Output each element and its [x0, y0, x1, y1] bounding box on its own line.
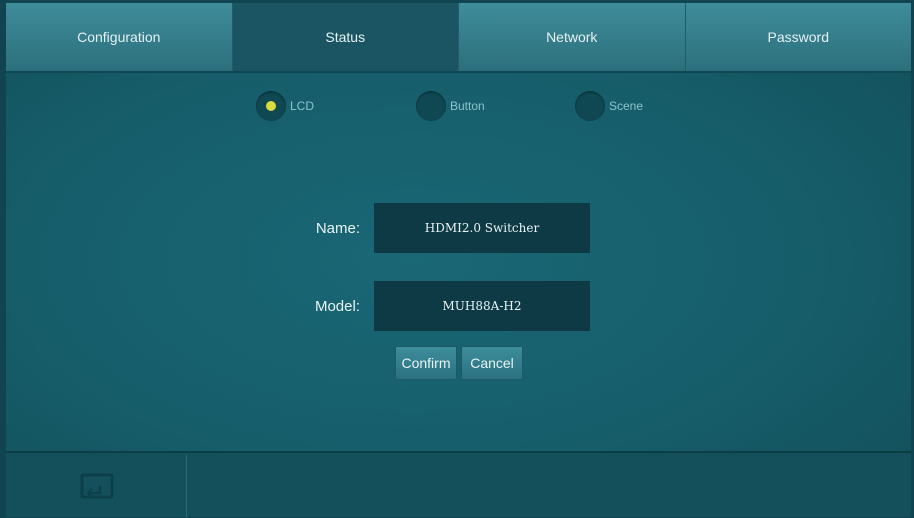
radio-disc	[416, 91, 446, 121]
option-button[interactable]: Button	[416, 91, 485, 121]
radio-disc	[575, 91, 605, 121]
model-label: Model:	[314, 298, 360, 315]
tab-status[interactable]: Status	[232, 3, 459, 71]
option-button-label: Button	[450, 99, 485, 113]
footer-separator	[186, 455, 187, 517]
tab-configuration[interactable]: Configuration	[6, 3, 233, 71]
footer-bar	[6, 453, 911, 517]
radio-disc	[256, 91, 286, 121]
model-field[interactable]	[374, 281, 590, 331]
tab-bar: Configuration Status Network Password	[6, 3, 911, 71]
option-scene[interactable]: Scene	[575, 91, 643, 121]
tab-divider	[6, 71, 911, 73]
app-frame: Configuration Status Network Password LC…	[6, 3, 911, 517]
selected-dot	[266, 101, 276, 111]
tab-network[interactable]: Network	[459, 3, 686, 71]
tab-password[interactable]: Password	[685, 3, 911, 71]
return-screen-icon[interactable]	[80, 472, 114, 502]
option-lcd-label: LCD	[290, 99, 315, 113]
name-label: Name:	[315, 220, 360, 237]
option-scene-label: Scene	[609, 99, 644, 113]
name-field[interactable]	[374, 203, 590, 253]
option-lcd[interactable]: LCD	[256, 91, 314, 121]
confirm-button[interactable]: Confirm	[395, 346, 457, 380]
cancel-button[interactable]: Cancel	[461, 346, 523, 380]
